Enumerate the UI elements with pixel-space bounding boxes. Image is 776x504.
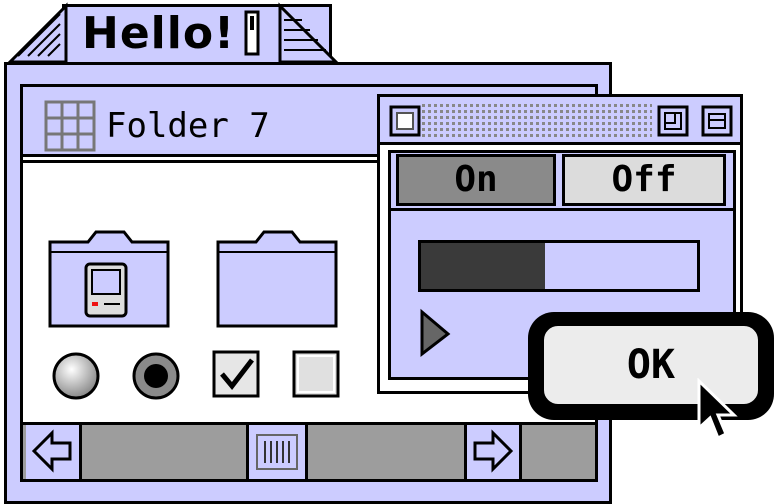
tab-left-fold [6, 2, 68, 64]
scroll-left-button[interactable] [26, 425, 82, 479]
folder-title: Folder 7 [106, 106, 270, 146]
scroll-thumb[interactable] [246, 425, 308, 479]
progress-bar-fill [421, 243, 545, 289]
left-arrow-icon [31, 429, 72, 473]
cursor-i-beam-icon [244, 10, 260, 56]
right-arrow-icon [473, 429, 514, 473]
divider [391, 208, 733, 211]
pointer-cursor-icon [697, 378, 738, 441]
disclosure-triangle-icon[interactable] [418, 308, 452, 358]
toggle-on-button[interactable]: On [396, 154, 556, 206]
window-title: Hello! [82, 8, 236, 59]
title-bar-grip[interactable] [422, 104, 652, 138]
checkbox-checked[interactable] [212, 350, 262, 400]
checkbox[interactable] [292, 350, 342, 400]
grip-lines-icon [256, 434, 298, 470]
computer-icon [84, 262, 128, 318]
close-box-icon[interactable] [388, 104, 422, 138]
radio-button[interactable] [50, 350, 102, 402]
zoom-box-icon[interactable] [656, 104, 690, 138]
collapse-box-icon[interactable] [700, 104, 734, 138]
grid-view-icon[interactable] [44, 100, 96, 152]
tab-right-fold [278, 2, 340, 64]
folder-icon[interactable] [216, 228, 340, 330]
toggle-off-button[interactable]: Off [562, 154, 726, 206]
radio-button-selected[interactable] [130, 350, 182, 402]
scroll-right-button[interactable] [464, 425, 522, 479]
